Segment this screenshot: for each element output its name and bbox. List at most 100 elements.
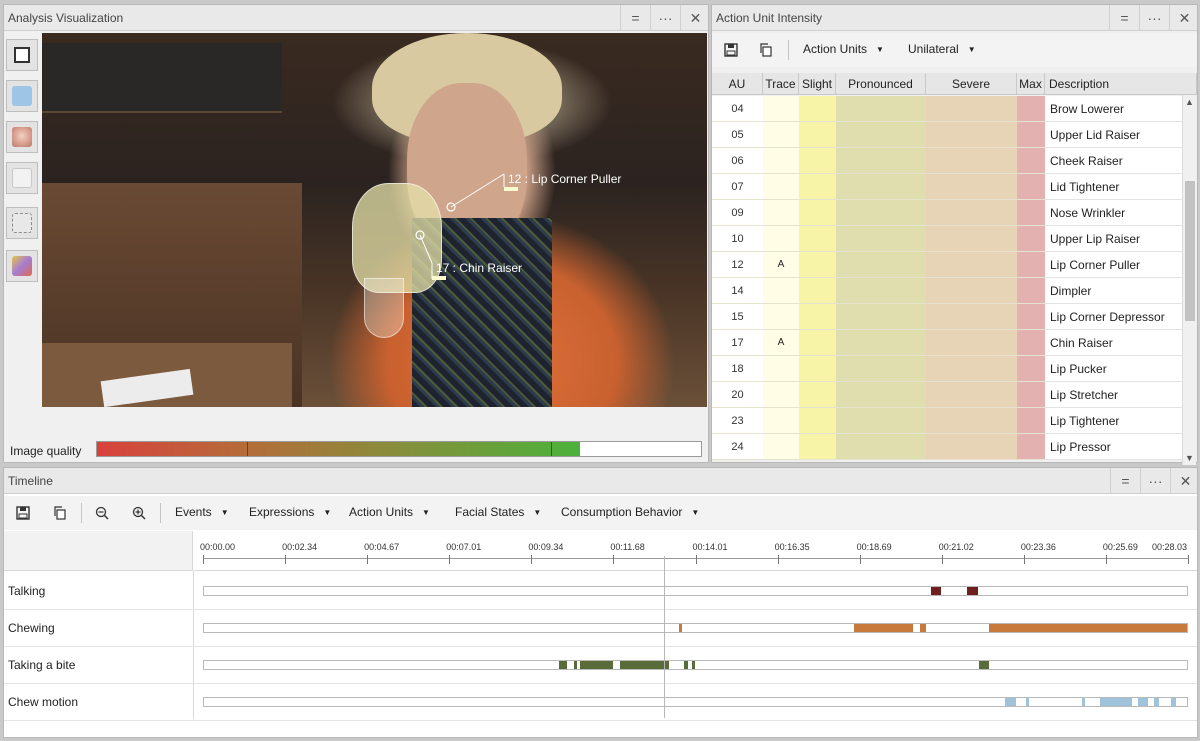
event-segment[interactable]: [978, 661, 990, 669]
event-segment[interactable]: [678, 624, 682, 632]
copy-button[interactable]: [755, 39, 777, 61]
table-row[interactable]: 18 Lip Pucker: [712, 356, 1184, 382]
action-units-menu[interactable]: Action Units ▼: [349, 505, 430, 519]
track-bar[interactable]: [203, 697, 1188, 707]
severe-cell: [926, 278, 1017, 304]
pronounced-cell: [836, 174, 926, 200]
au-code-cell: 17: [712, 330, 763, 356]
face-points-tool[interactable]: [6, 207, 38, 239]
track-bar[interactable]: [203, 586, 1188, 596]
select-rectangle-tool[interactable]: [6, 39, 38, 71]
column-header-trace[interactable]: Trace: [763, 73, 799, 95]
video-frame[interactable]: 12 : Lip Corner Puller 17 : Chin Raiser: [42, 33, 707, 407]
action-units-menu[interactable]: Action Units ▼: [803, 42, 884, 56]
max-cell: [1017, 382, 1045, 408]
table-row[interactable]: 10 Upper Lip Raiser: [712, 226, 1184, 252]
tick-mark: [367, 555, 369, 564]
face-texture-tool[interactable]: [6, 121, 38, 153]
event-segment[interactable]: [931, 587, 942, 595]
track-row-divider: [4, 720, 1197, 721]
event-segment[interactable]: [558, 661, 567, 669]
table-row[interactable]: 09 Nose Wrinkler: [712, 200, 1184, 226]
table-row[interactable]: 06 Cheek Raiser: [712, 148, 1184, 174]
table-row[interactable]: 15 Lip Corner Depressor: [712, 304, 1184, 330]
trace-cell: [763, 226, 799, 252]
facial-states-menu[interactable]: Facial States ▼: [455, 505, 541, 519]
expressions-menu[interactable]: Expressions ▼: [249, 505, 331, 519]
description-cell: Lip Corner Puller: [1045, 252, 1184, 278]
more-options-button[interactable]: ···: [650, 5, 680, 31]
table-row[interactable]: 24 Lip Pressor: [712, 434, 1184, 460]
track-bar[interactable]: [203, 623, 1188, 633]
table-row[interactable]: 14 Dimpler: [712, 278, 1184, 304]
slight-cell: [799, 96, 836, 122]
scroll-down-icon[interactable]: ▼: [1185, 453, 1194, 463]
description-cell: Lip Pressor: [1045, 434, 1184, 460]
close-button[interactable]: ✕: [1169, 5, 1199, 31]
column-header-au[interactable]: AU: [712, 73, 763, 95]
table-row[interactable]: 20 Lip Stretcher: [712, 382, 1184, 408]
dock-button[interactable]: =: [620, 5, 650, 31]
table-row[interactable]: 07 Lid Tightener: [712, 174, 1184, 200]
event-segment[interactable]: [691, 661, 696, 669]
event-segment[interactable]: [853, 624, 913, 632]
table-row[interactable]: 12 A Lip Corner Puller: [712, 252, 1184, 278]
more-options-button[interactable]: ···: [1139, 5, 1169, 31]
close-button[interactable]: ✕: [1170, 468, 1200, 494]
event-segment[interactable]: [1025, 698, 1029, 706]
save-button[interactable]: [720, 39, 742, 61]
au-table-scrollbar[interactable]: ▲ ▼: [1182, 95, 1196, 465]
events-menu[interactable]: Events ▼: [175, 505, 229, 519]
event-segment[interactable]: [683, 661, 688, 669]
event-segment[interactable]: [573, 661, 577, 669]
column-header-description[interactable]: Description: [1045, 73, 1197, 95]
trace-cell: A: [763, 252, 799, 278]
dock-button[interactable]: =: [1109, 5, 1139, 31]
scroll-up-icon[interactable]: ▲: [1185, 97, 1194, 107]
more-options-button[interactable]: ···: [1140, 468, 1170, 494]
slight-cell: [799, 252, 836, 278]
column-header-pronounced[interactable]: Pronounced: [836, 73, 926, 95]
event-segment[interactable]: [1171, 698, 1177, 706]
face-heatmap-tool[interactable]: [6, 250, 38, 282]
face-outline-tool[interactable]: [6, 162, 38, 194]
event-segment[interactable]: [619, 661, 669, 669]
severe-cell: [926, 408, 1017, 434]
event-segment[interactable]: [580, 661, 613, 669]
scroll-thumb[interactable]: [1185, 181, 1195, 321]
event-segment[interactable]: [1153, 698, 1160, 706]
table-row[interactable]: 05 Upper Lid Raiser: [712, 122, 1184, 148]
image-quality-label: Image quality: [10, 444, 82, 458]
event-segment[interactable]: [1081, 698, 1085, 706]
dock-button[interactable]: =: [1110, 468, 1140, 494]
save-button[interactable]: [12, 502, 34, 524]
event-segment[interactable]: [1005, 698, 1016, 706]
pronounced-cell: [836, 304, 926, 330]
zoom-out-icon: [95, 506, 109, 520]
timeline-toolbar: Events ▼ Expressions ▼ Action Units ▼ Facia…: [4, 496, 1197, 530]
face-points-icon: [12, 213, 32, 233]
track-bar[interactable]: [203, 660, 1188, 670]
event-segment[interactable]: [966, 587, 978, 595]
zoom-out-button[interactable]: [91, 502, 113, 524]
table-row[interactable]: 04 Brow Lowerer: [712, 96, 1184, 122]
close-button[interactable]: ✕: [680, 5, 710, 31]
unilateral-menu[interactable]: Unilateral ▼: [908, 42, 976, 56]
column-header-severe[interactable]: Severe: [926, 73, 1017, 95]
timeline-playhead[interactable]: [663, 556, 665, 718]
consumption-behavior-menu[interactable]: Consumption Behavior ▼: [561, 505, 699, 519]
table-row[interactable]: 23 Lip Tightener: [712, 408, 1184, 434]
face-mesh-tool[interactable]: [6, 80, 38, 112]
event-segment[interactable]: [1137, 698, 1148, 706]
copy-button[interactable]: [49, 502, 71, 524]
zoom-in-button[interactable]: [128, 502, 150, 524]
column-header-slight[interactable]: Slight: [799, 73, 836, 95]
column-header-max[interactable]: Max: [1017, 73, 1045, 95]
table-row[interactable]: 17 A Chin Raiser: [712, 330, 1184, 356]
face-texture-icon: [12, 127, 32, 147]
track-label: Taking a bite: [8, 658, 76, 672]
event-segment[interactable]: [989, 624, 1187, 632]
event-segment[interactable]: [919, 624, 926, 632]
event-segment[interactable]: [1100, 698, 1132, 706]
max-cell: [1017, 434, 1045, 460]
